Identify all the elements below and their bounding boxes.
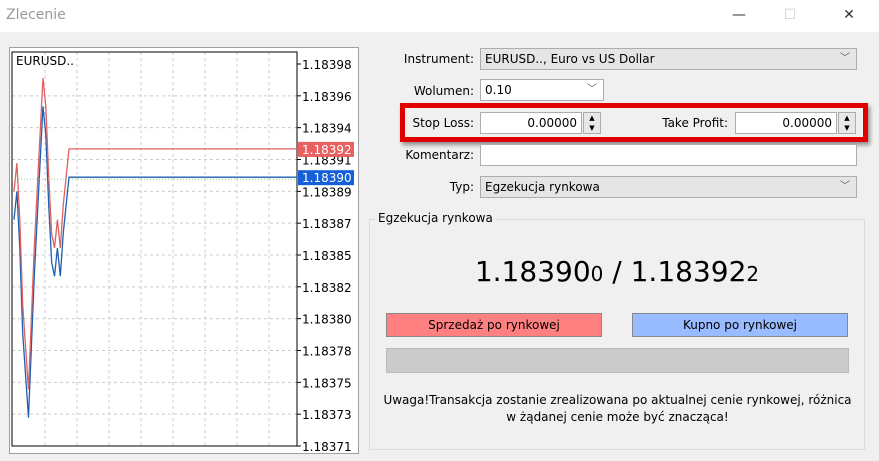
comment-label: Komentarz:: [405, 148, 474, 162]
y-tick-label: 1.18394: [302, 122, 352, 136]
y-tick-label: 1.18373: [302, 408, 352, 422]
sell-market-button[interactable]: Sprzedaż po rynkowej: [386, 313, 602, 337]
y-tick-label: 1.18396: [302, 90, 352, 104]
chevron-down-icon: ﹀: [840, 53, 850, 64]
bid-last-digit: 0: [590, 262, 604, 286]
y-tick-label: 1.18382: [302, 281, 352, 295]
chevron-down-icon: ﹀: [587, 84, 597, 95]
instrument-select[interactable]: EURUSD.., Euro vs US Dollar ﹀: [480, 48, 857, 70]
series-bid-line: [13, 106, 297, 418]
tick-chart: 1.18398 1.18396 1.18394 1.18391 1.18389 1.183…: [9, 47, 359, 454]
series-ask-line: [13, 78, 297, 390]
y-tick-label: 1.18380: [302, 313, 352, 327]
price-display: 1.183900 / 1.183922: [369, 255, 865, 288]
comment-input[interactable]: [480, 144, 857, 166]
chevron-down-icon: ﹀: [840, 181, 850, 192]
price-separator: /: [603, 255, 631, 288]
buy-market-button[interactable]: Kupno po rynkowej: [632, 313, 848, 337]
symbol-label: EURUSD..: [16, 54, 74, 68]
volume-value: 0.10: [485, 83, 512, 97]
bid-price-tag-label: 1.18390: [302, 171, 352, 185]
y-tick-label: 1.18387: [302, 217, 352, 231]
y-tick-label: 1.18385: [302, 249, 352, 263]
type-value: Egzekucja rynkowa: [485, 180, 600, 194]
y-tick-label: 1.18398: [302, 58, 352, 72]
chart-svg: 1.183981.183961.183941.183911.183891.183…: [11, 51, 354, 454]
plot-frame: [11, 51, 298, 447]
y-tick-label: 1.18375: [302, 376, 352, 390]
sl-tp-highlight: [400, 103, 868, 142]
ask-price: 1.18392: [630, 255, 747, 288]
minimize-button[interactable]: —: [724, 4, 754, 26]
y-tick-label: 1.18389: [302, 185, 352, 199]
instrument-label: Instrument:: [403, 52, 474, 66]
group-title: Egzekucja rynkowa: [375, 211, 496, 225]
instrument-value: EURUSD.., Euro vs US Dollar: [485, 52, 655, 66]
y-tick-label: 1.18378: [302, 345, 352, 359]
progress-bar: [386, 348, 849, 373]
maximize-button[interactable]: ☐: [775, 4, 805, 26]
warning-text: Uwaga!Transakcja zostanie zrealizowana p…: [383, 393, 852, 424]
type-label: Typ:: [449, 180, 474, 194]
title-bar: Zlecenie — ☐ ✕: [0, 0, 879, 32]
y-tick-label: 1.18371: [302, 440, 352, 454]
ask-last-digit: 2: [746, 262, 760, 286]
volume-select[interactable]: 0.10 ﹀: [480, 79, 604, 101]
type-select[interactable]: Egzekucja rynkowa ﹀: [480, 176, 857, 198]
window-title: Zlecenie: [6, 7, 66, 23]
bid-price: 1.18390: [474, 255, 591, 288]
ask-price-tag-label: 1.18392: [302, 143, 352, 157]
close-button[interactable]: ✕: [834, 4, 864, 26]
volume-label: Wolumen:: [413, 84, 474, 98]
